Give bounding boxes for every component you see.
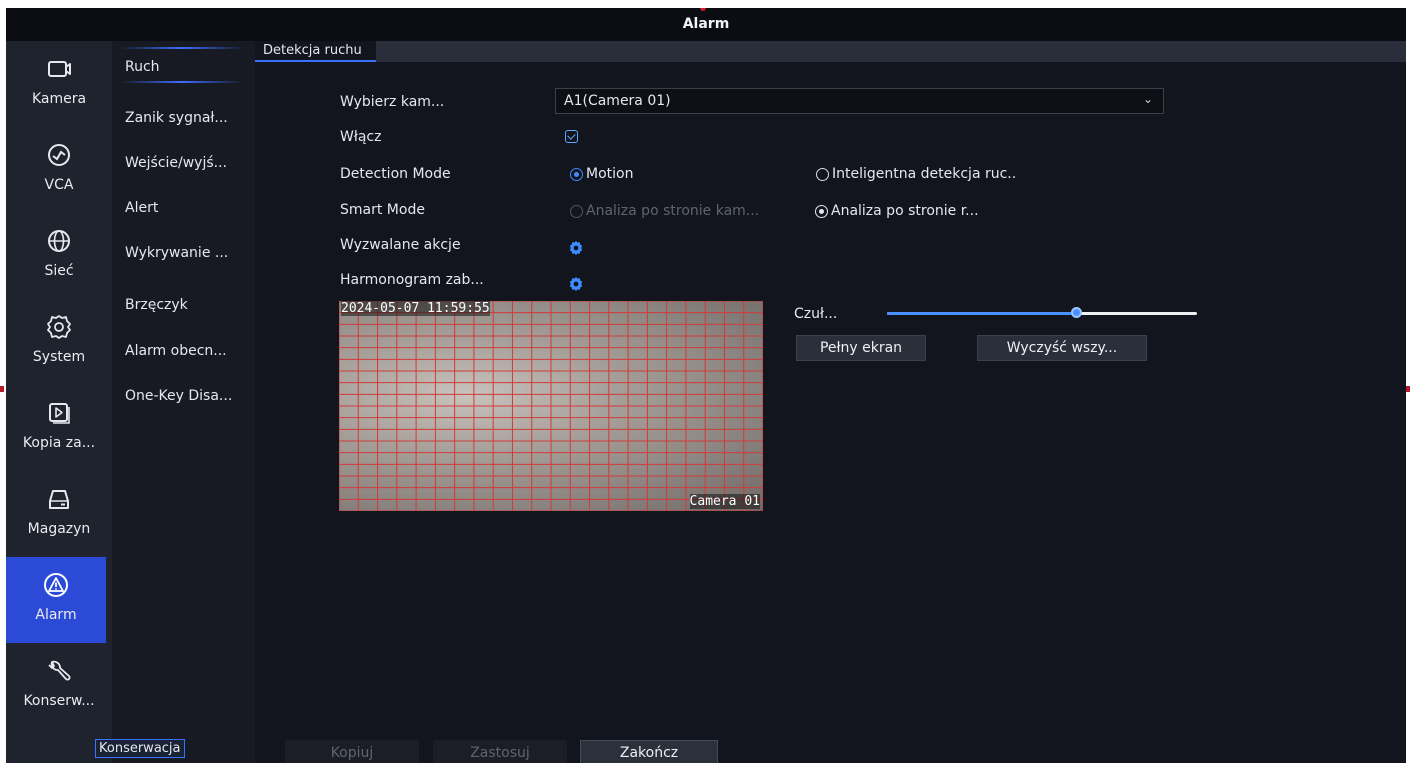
motion-area-preview[interactable]: 2024-05-07 11:59:55 Camera 01: [339, 301, 763, 511]
smart-mode-camera-label: Analiza po stronie kam...: [586, 203, 760, 219]
exit-button[interactable]: Zakończ: [580, 740, 718, 763]
camera-select[interactable]: A1(Camera 01) ⌄: [555, 88, 1164, 114]
play-icon: [39, 393, 79, 433]
submenu-item-buzzer[interactable]: Brzęczyk: [125, 297, 188, 313]
chevron-down-icon: ⌄: [1142, 92, 1153, 106]
submenu-item-alert[interactable]: Alert: [125, 200, 158, 216]
trigger-actions-gear-icon[interactable]: [568, 240, 584, 256]
apply-button[interactable]: Zastosuj: [433, 740, 567, 763]
preview-timestamp: 2024-05-07 11:59:55: [341, 301, 490, 316]
window-title: Alarm: [682, 16, 730, 32]
preview-camera-name: Camera 01: [689, 494, 760, 509]
nav-item-alarm[interactable]: Alarm: [6, 527, 136, 677]
submenu-active-indicator: [120, 47, 244, 49]
smart-mode-recorder-radio[interactable]: [815, 205, 828, 218]
nav-item-backup[interactable]: Kopia za...: [6, 385, 112, 471]
nav-item-vca[interactable]: VCA: [6, 127, 112, 213]
camera-select-value: A1(Camera 01): [564, 93, 671, 109]
nav-label: VCA: [44, 177, 74, 193]
camera-select-label: Wybierz kam...: [340, 94, 445, 110]
nav-label: Konserw...: [23, 693, 95, 709]
submenu-item-one-key-disarm[interactable]: One-Key Disa...: [125, 388, 232, 404]
detection-mode-motion-label[interactable]: Motion: [586, 166, 633, 182]
edge-marker: [1406, 386, 1410, 392]
submenu-item-detection[interactable]: Wykrywanie ...: [125, 245, 228, 261]
tab-motion-detection[interactable]: Detekcja ruchu: [255, 41, 376, 62]
nav-item-kamera[interactable]: Kamera: [6, 41, 112, 127]
nav-item-system[interactable]: System: [6, 299, 112, 385]
submenu-item-alarm-present[interactable]: Alarm obecn...: [125, 343, 227, 359]
motion-detection-grid[interactable]: [339, 301, 763, 511]
nav-item-magazyn[interactable]: Magazyn: [6, 471, 112, 557]
edge-marker: [0, 386, 4, 392]
nav-label: Magazyn: [27, 521, 91, 537]
warning-icon: [36, 565, 76, 605]
copy-button[interactable]: Kopiuj: [285, 740, 419, 763]
detection-mode-motion-radio[interactable]: [570, 168, 583, 181]
schedule-label: Harmonogram zab...: [340, 272, 484, 288]
wrench-icon: [39, 651, 79, 691]
nav-label: Kopia za...: [22, 435, 96, 451]
gear-icon: [39, 307, 79, 347]
nvr-screen: Alarm Kamera VCA Sieć System Kopia za...…: [6, 8, 1406, 763]
detection-mode-smart-radio[interactable]: [816, 168, 829, 181]
nav-label: Kamera: [31, 91, 87, 107]
submenu-active-indicator: [120, 81, 244, 83]
enable-label: Włącz: [340, 129, 382, 145]
main-nav: Kamera VCA Sieć System Kopia za... Magaz…: [6, 41, 136, 763]
submenu-item-ruch[interactable]: Ruch: [125, 59, 160, 75]
nav-item-konserwacja[interactable]: Konserw...: [6, 643, 112, 729]
tab-bar: Detekcja ruchu: [255, 41, 1406, 62]
nav-label: Alarm: [35, 607, 77, 623]
schedule-gear-icon[interactable]: [568, 276, 584, 292]
sensitivity-label: Czuł...: [794, 306, 838, 322]
detection-mode-smart-label[interactable]: Inteligentna detekcja ruc..: [832, 166, 1016, 182]
submenu-item-video-loss[interactable]: Zanik sygnał...: [125, 110, 228, 126]
globe-icon: [39, 221, 79, 261]
detection-mode-label: Detection Mode: [340, 166, 451, 182]
hdd-icon: [39, 479, 79, 519]
alarm-submenu: Ruch Zanik sygnał... Wejście/wyjś... Ale…: [112, 41, 255, 763]
camera-icon: [39, 49, 79, 89]
submenu-item-io[interactable]: Wejście/wyjś...: [125, 155, 227, 171]
smart-mode-camera-radio: [570, 205, 583, 218]
sensitivity-slider-fill: [887, 312, 1077, 315]
alarm-indicator-dot: [700, 8, 706, 11]
smart-mode-label: Smart Mode: [340, 202, 425, 218]
nav-label: Sieć: [44, 263, 74, 279]
nav-label: System: [32, 349, 86, 365]
clear-all-button[interactable]: Wyczyść wszy...: [977, 335, 1147, 361]
hover-tooltip: Konserwacja: [95, 739, 185, 758]
vca-icon: [39, 135, 79, 175]
nav-item-siec[interactable]: Sieć: [6, 213, 112, 299]
fullscreen-button[interactable]: Pełny ekran: [796, 335, 926, 361]
smart-mode-recorder-label[interactable]: Analiza po stronie r...: [831, 203, 979, 219]
sensitivity-slider[interactable]: [887, 307, 1197, 318]
sensitivity-slider-handle[interactable]: [1071, 307, 1083, 318]
title-bar: Alarm: [6, 8, 1406, 41]
enable-checkbox[interactable]: [565, 130, 578, 143]
trigger-actions-label: Wyzwalane akcje: [340, 237, 461, 253]
main-panel: Detekcja ruchu Wybierz kam... A1(Camera …: [255, 41, 1406, 763]
